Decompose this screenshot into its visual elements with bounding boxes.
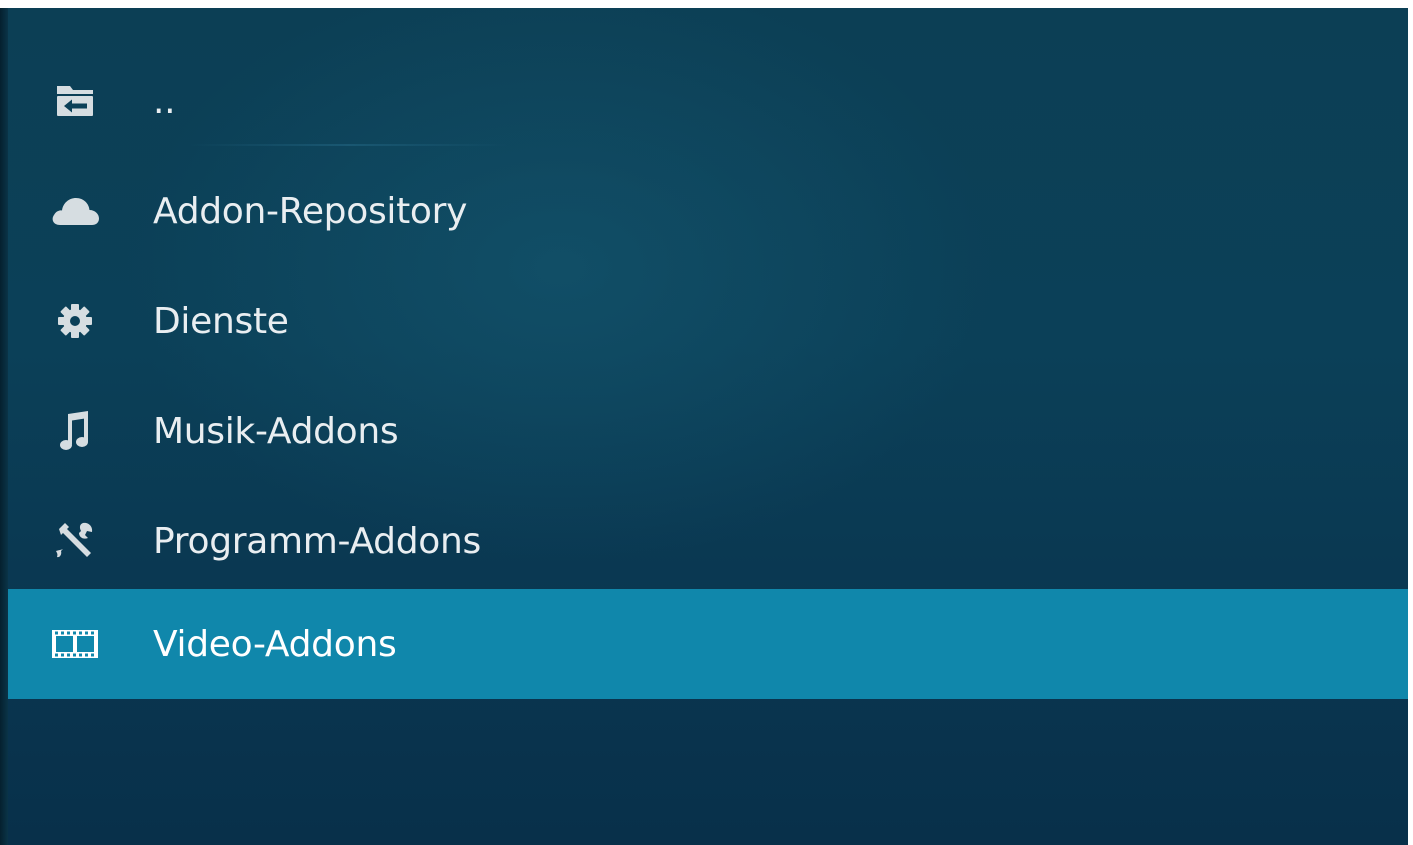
list-item-addon-repository[interactable]: Addon-Repository [8, 156, 1408, 266]
music-note-icon [48, 407, 102, 455]
addon-browser-screen: .. Addon-Repository Dienste Musik-Addons… [0, 8, 1408, 845]
list-item-label: Video-Addons [153, 623, 397, 665]
left-edge-shadow [0, 8, 8, 845]
gear-icon [48, 297, 102, 345]
list-item-label: Addon-Repository [153, 190, 468, 232]
cloud-icon [48, 187, 102, 235]
list-item-musik-addons[interactable]: Musik-Addons [8, 376, 1408, 486]
list-item-label: Musik-Addons [153, 410, 399, 452]
row-divider [188, 144, 508, 146]
tools-icon [48, 517, 102, 565]
list-item-label: Programm-Addons [153, 520, 481, 562]
list-item-label: .. [153, 80, 176, 122]
list-item-parent-folder[interactable]: .. [8, 46, 1408, 156]
list-item-label: Dienste [153, 300, 289, 342]
list-item-video-addons[interactable]: Video-Addons [8, 589, 1408, 699]
film-icon [48, 620, 102, 668]
folder-back-icon [48, 77, 102, 125]
list-item-dienste[interactable]: Dienste [8, 266, 1408, 376]
list-item-programm-addons[interactable]: Programm-Addons [8, 486, 1408, 596]
